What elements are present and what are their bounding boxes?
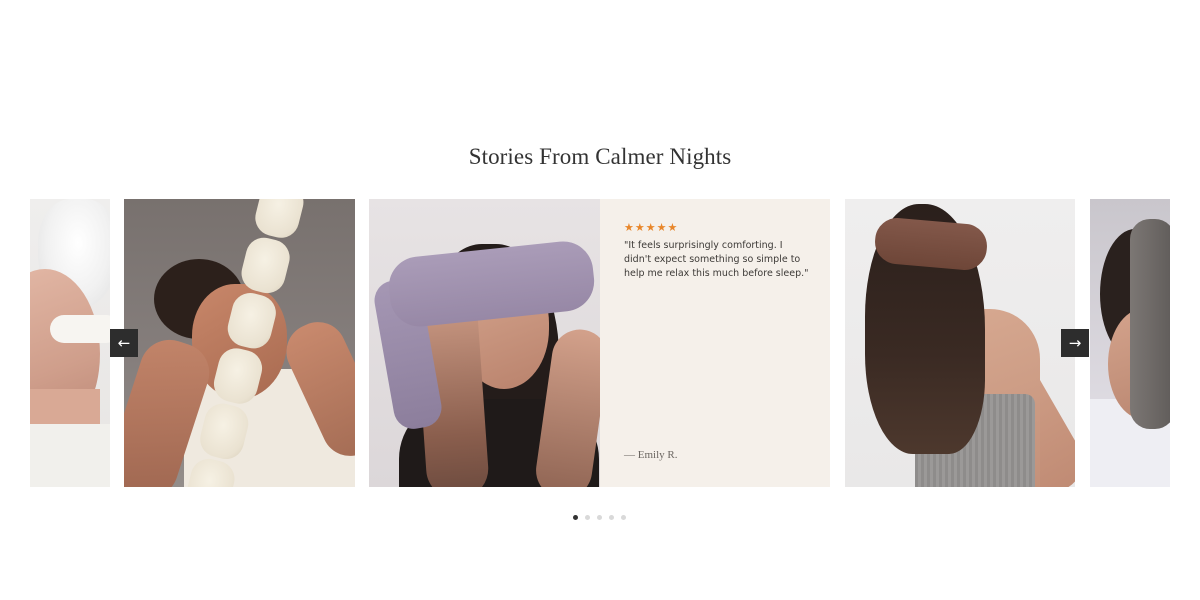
pagination-dot[interactable] — [597, 515, 602, 520]
slide-photo-man-pillow[interactable] — [124, 199, 355, 487]
slide-photo-woman-brown-mask[interactable] — [845, 199, 1075, 487]
slide-photo-woman-gray-mask[interactable] — [1090, 199, 1170, 487]
pagination-dot[interactable] — [609, 515, 614, 520]
photo-woman-sleeping-white-mask — [30, 199, 110, 487]
photo-woman-gray-mask — [1090, 199, 1170, 487]
carousel-next-button[interactable]: → — [1061, 329, 1089, 357]
photo-woman-lavender-mask — [369, 199, 600, 487]
testimonial-carousel: ★★★★★ "It feels surprisingly comforting.… — [30, 199, 1170, 487]
arrow-right-icon: → — [1068, 333, 1082, 352]
photo-man-holding-pillow — [124, 199, 355, 487]
review-author: — Emily R. — [624, 449, 678, 461]
review-card: ★★★★★ "It feels surprisingly comforting.… — [600, 199, 830, 487]
slide-photo-sleeping-woman[interactable] — [30, 199, 110, 487]
review-quote: "It feels surprisingly comforting. I did… — [624, 240, 809, 279]
star-rating: ★★★★★ — [624, 221, 679, 234]
slide-photo-woman-lavender-mask[interactable] — [369, 199, 600, 487]
photo-woman-brown-mask-back — [845, 199, 1075, 487]
section-title: Stories From Calmer Nights — [468, 144, 732, 169]
pagination-dot[interactable] — [573, 515, 578, 520]
pagination-dot[interactable] — [621, 515, 626, 520]
pagination-dot[interactable] — [585, 515, 590, 520]
carousel-prev-button[interactable]: ← — [110, 329, 138, 357]
testimonials-section: Stories From Calmer Nights ★★★★★ "It fee… — [0, 0, 1200, 600]
arrow-left-icon: ← — [117, 333, 131, 352]
carousel-pagination — [573, 515, 626, 520]
